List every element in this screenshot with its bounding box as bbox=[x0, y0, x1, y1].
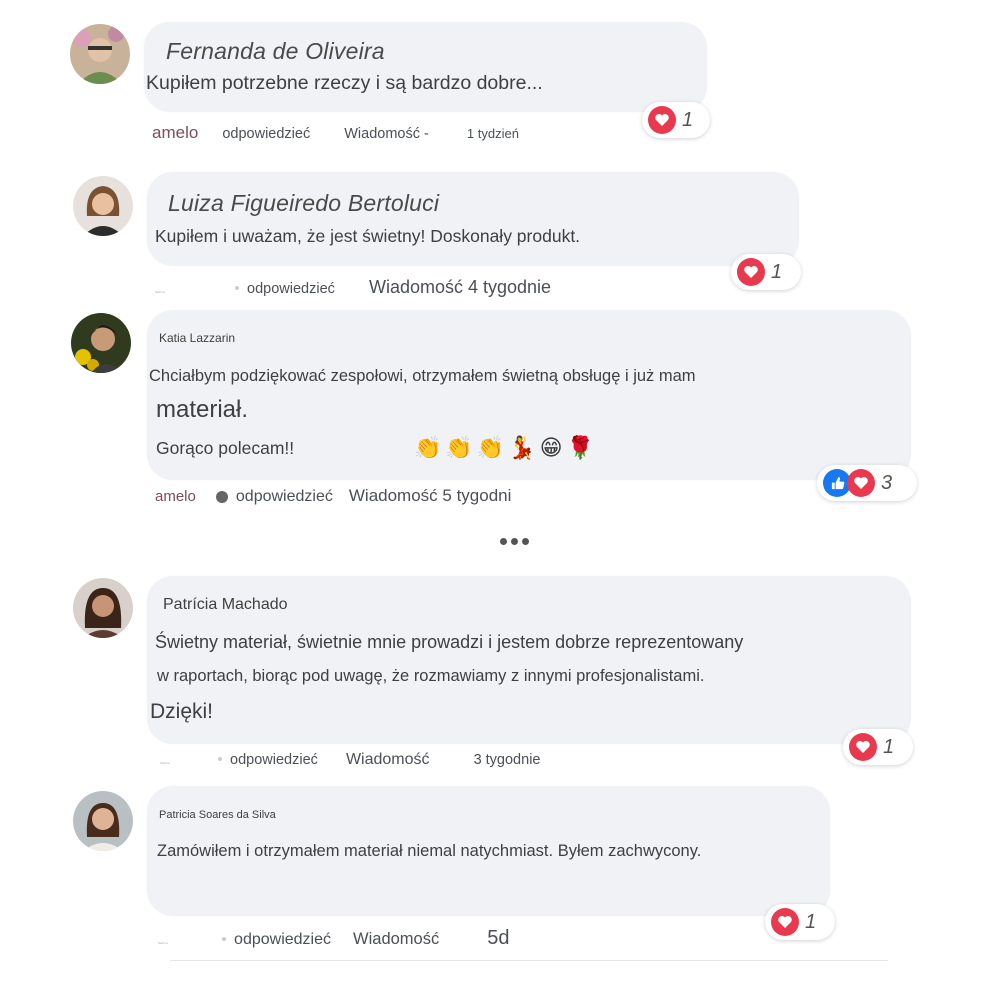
dancer-icon: 💃 bbox=[508, 435, 536, 460]
message-link[interactable]: Wiadomość bbox=[346, 751, 430, 768]
reactions-badge[interactable]: 3 bbox=[817, 465, 917, 501]
reactions-badge[interactable]: 1 bbox=[731, 254, 801, 290]
reactions-badge[interactable]: 1 bbox=[765, 904, 835, 940]
avatar[interactable] bbox=[73, 791, 133, 851]
reply-link[interactable]: odpowiedzieć bbox=[235, 281, 335, 297]
message-link[interactable]: Wiadomość - bbox=[344, 126, 429, 142]
reaction-count: 1 bbox=[771, 260, 783, 283]
comment-text: Gorąco polecam!! bbox=[156, 438, 295, 458]
comment-author[interactable]: Fernanda de Oliveira bbox=[166, 38, 385, 65]
avatar[interactable] bbox=[73, 176, 133, 236]
comment-text: Chciałbym podziękować zespołowi, otrzyma… bbox=[149, 367, 696, 385]
reply-link[interactable]: odpowiedzieć bbox=[222, 931, 331, 948]
avatar-image-icon bbox=[70, 24, 130, 84]
reaction-count: 1 bbox=[883, 735, 895, 758]
comment-bubble bbox=[147, 172, 799, 266]
reply-link[interactable]: odpowiedzieć bbox=[218, 752, 318, 768]
avatar-image-icon bbox=[71, 313, 131, 373]
reactions-badge[interactable]: 1 bbox=[843, 729, 913, 765]
comment-time[interactable]: 3 tygodnie bbox=[474, 752, 541, 768]
comment-bubble bbox=[144, 22, 707, 112]
message-link[interactable]: Wiadomość bbox=[353, 930, 439, 948]
comment-actions: amelo odpowiedzieć Wiadomość 5 tygodni bbox=[155, 486, 511, 506]
avatar[interactable] bbox=[73, 578, 133, 638]
heart-icon bbox=[847, 469, 875, 497]
divider bbox=[170, 960, 888, 961]
reaction-count: 1 bbox=[682, 108, 694, 131]
comment-actions: amelo odpowiedzieć Wiadomość - 1 tydzień bbox=[152, 123, 519, 143]
comment-author[interactable]: Patrícia Machado bbox=[163, 596, 288, 614]
comment-text: w raportach, biorąc pod uwagę, że rozmaw… bbox=[157, 667, 705, 685]
clap-icon: 👏 bbox=[476, 435, 505, 460]
comment-text: Dzięki! bbox=[150, 700, 214, 723]
clap-icon: 👏 bbox=[445, 435, 473, 460]
message-link[interactable]: Wiadomość 4 tygodnie bbox=[369, 277, 551, 297]
comment-author[interactable]: Patricia Soares da Silva bbox=[159, 809, 276, 821]
comment-author[interactable]: Katia Lazzarin bbox=[159, 331, 235, 345]
more-dots-icon[interactable] bbox=[500, 538, 529, 545]
message-link[interactable]: Wiadomość 5 tygodni bbox=[349, 486, 512, 505]
comment-actions: Seliri to odpowiedzieć Wiadomość 3 tygod… bbox=[160, 751, 540, 769]
comment-text: Kupiłem i uważam, że jest świetny! Dosko… bbox=[155, 226, 581, 246]
comment-time[interactable]: 1 tydzień bbox=[467, 126, 519, 141]
comment-text: materiał. bbox=[156, 396, 249, 423]
heart-icon bbox=[648, 106, 676, 134]
avatar-image-icon bbox=[73, 176, 133, 236]
reaction-count: 1 bbox=[805, 910, 817, 933]
avatar[interactable] bbox=[70, 24, 130, 84]
comment-actions: Seliri to odpowiedzieć Wiadomość 5d bbox=[158, 927, 510, 950]
like-link[interactable]: Seliri to bbox=[155, 290, 165, 294]
heart-icon bbox=[771, 908, 799, 936]
avatar-image-icon bbox=[73, 791, 133, 851]
avatar-image-icon bbox=[73, 578, 133, 638]
reactions-badge[interactable]: 1 bbox=[642, 102, 710, 138]
comment-time[interactable]: 5d bbox=[487, 927, 509, 949]
emoji-row: 👏 👏 👏 💃 😁 🌹 bbox=[414, 435, 594, 461]
comment-text: Świetny materiał, świetnie mnie prowadzi… bbox=[155, 632, 744, 652]
like-link[interactable]: amelo bbox=[152, 123, 198, 142]
rose-icon: 🌹 bbox=[566, 435, 594, 460]
smile-icon: 😁 bbox=[539, 435, 563, 460]
like-link[interactable]: Seliri to bbox=[158, 941, 168, 945]
reply-link[interactable]: odpowiedzieć bbox=[215, 488, 333, 505]
like-link[interactable]: Seliri to bbox=[160, 761, 170, 765]
comment-text: Zamówiłem i otrzymałem materiał niemal n… bbox=[157, 842, 702, 860]
heart-icon bbox=[849, 733, 877, 761]
comment-author[interactable]: Luiza Figueiredo Bertoluci bbox=[168, 190, 439, 217]
clap-icon: 👏 bbox=[414, 435, 442, 460]
comment-actions: Seliri to odpowiedzieć Wiadomość 4 tygod… bbox=[155, 277, 551, 298]
reaction-count: 3 bbox=[881, 471, 893, 494]
comment-text: Kupiłem potrzebne rzeczy i są bardzo dob… bbox=[146, 72, 543, 94]
heart-icon bbox=[737, 258, 765, 286]
like-link[interactable]: amelo bbox=[155, 488, 196, 505]
reply-link[interactable]: odpowiedzieć bbox=[222, 126, 310, 142]
avatar[interactable] bbox=[71, 313, 131, 373]
